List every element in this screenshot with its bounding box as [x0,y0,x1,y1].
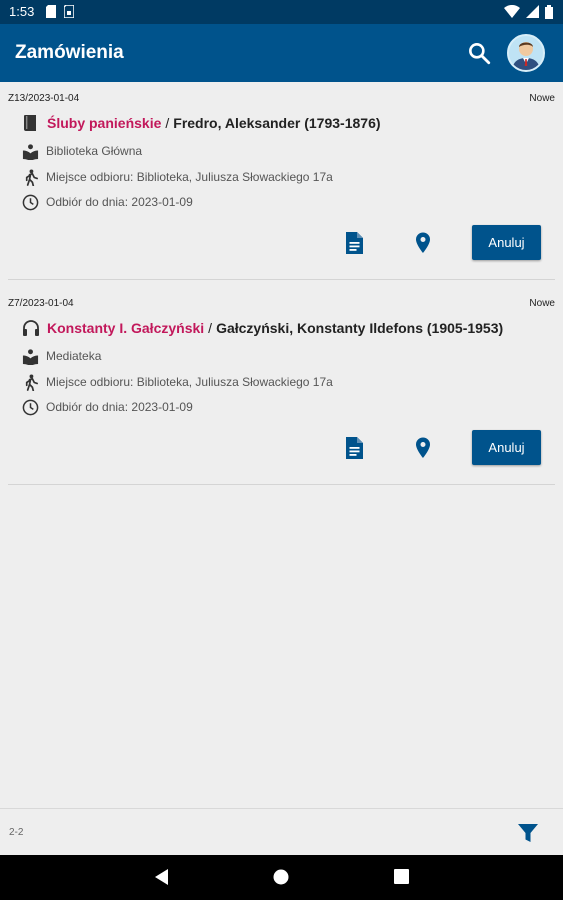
library-row: Mediateka [22,346,101,366]
book-author: Fredro, Aleksander (1793-1876) [173,115,381,131]
app-bar: Zamówienia [0,24,563,82]
title-separator: / [208,320,213,336]
pickup-deadline: Odbiór do dnia: 2023-01-09 [46,195,193,209]
divider [8,484,555,485]
book-title-link[interactable]: Konstanty I. Gałczyński [47,320,204,336]
pickup-place-row: Miejsce odbioru: Biblioteka, Juliusza Sł… [22,167,333,187]
result-count: 2-2 [9,827,24,838]
library-icon [22,143,39,160]
location-pin-icon [416,232,430,253]
cancel-button[interactable]: Anuluj [472,225,541,260]
filter-icon [518,824,538,842]
pickup-place: Miejsce odbioru: Biblioteka, Juliusza Sł… [46,375,333,389]
order-card: Z13/2023-01-04 Nowe Śluby panieńskie / F… [0,82,563,287]
footer-bar: 2-2 [0,808,563,855]
library-icon [22,348,39,365]
book-title-link[interactable]: Śluby panieńskie [47,115,161,131]
order-title-row: Konstanty I. Gałczyński / Gałczyński, Ko… [22,317,503,339]
order-id: Z13/2023-01-04 [8,93,80,104]
clock-icon [22,399,39,415]
search-button[interactable] [466,40,492,66]
cancel-button[interactable]: Anuluj [472,430,541,465]
wifi-icon [504,5,520,18]
order-title-row: Śluby panieńskie / Fredro, Aleksander (1… [22,112,381,134]
sd-card-icon [46,5,56,18]
back-icon[interactable] [155,869,170,885]
book-author: Gałczyński, Konstanty Ildefons (1905-195… [216,320,504,336]
location-pin-icon [416,437,430,458]
walking-person-icon [25,168,38,186]
order-id: Z7/2023-01-04 [8,298,74,309]
pickup-deadline: Odbiór do dnia: 2023-01-09 [46,400,193,414]
battery-icon [545,5,553,19]
document-icon [346,437,363,459]
library-name: Biblioteka Główna [46,144,143,158]
details-button[interactable] [343,231,365,255]
pickup-place-row: Miejsce odbioru: Biblioteka, Juliusza Sł… [22,372,333,392]
location-button[interactable] [412,436,434,460]
page-title: Zamówienia [15,42,124,63]
order-card: Z7/2023-01-04 Nowe Konstanty I. Gałczyńs… [0,287,563,492]
document-icon [346,232,363,254]
order-status: Nowe [529,298,555,309]
book-icon [24,115,36,131]
search-icon [469,43,491,65]
status-time: 1:53 [9,4,35,19]
home-icon[interactable] [273,869,289,885]
recents-icon[interactable] [394,869,409,884]
user-avatar-icon [512,42,540,70]
status-bar: 1:53 [0,0,563,24]
headphones-icon [23,320,39,336]
pickup-deadline-row: Odbiór do dnia: 2023-01-09 [22,192,193,212]
pickup-place: Miejsce odbioru: Biblioteka, Juliusza Sł… [46,170,333,184]
library-row: Biblioteka Główna [22,141,142,161]
filter-button[interactable] [516,821,540,845]
library-name: Mediateka [46,349,102,363]
pickup-deadline-row: Odbiór do dnia: 2023-01-09 [22,397,193,417]
system-nav-bar [0,855,563,900]
location-button[interactable] [412,231,434,255]
walking-person-icon [25,373,38,391]
title-separator: / [165,115,170,131]
divider [8,279,555,280]
order-status: Nowe [529,93,555,104]
clock-icon [22,194,39,210]
details-button[interactable] [343,436,365,460]
signal-icon [526,5,539,18]
avatar[interactable] [507,34,545,72]
sim-icon [64,5,74,18]
